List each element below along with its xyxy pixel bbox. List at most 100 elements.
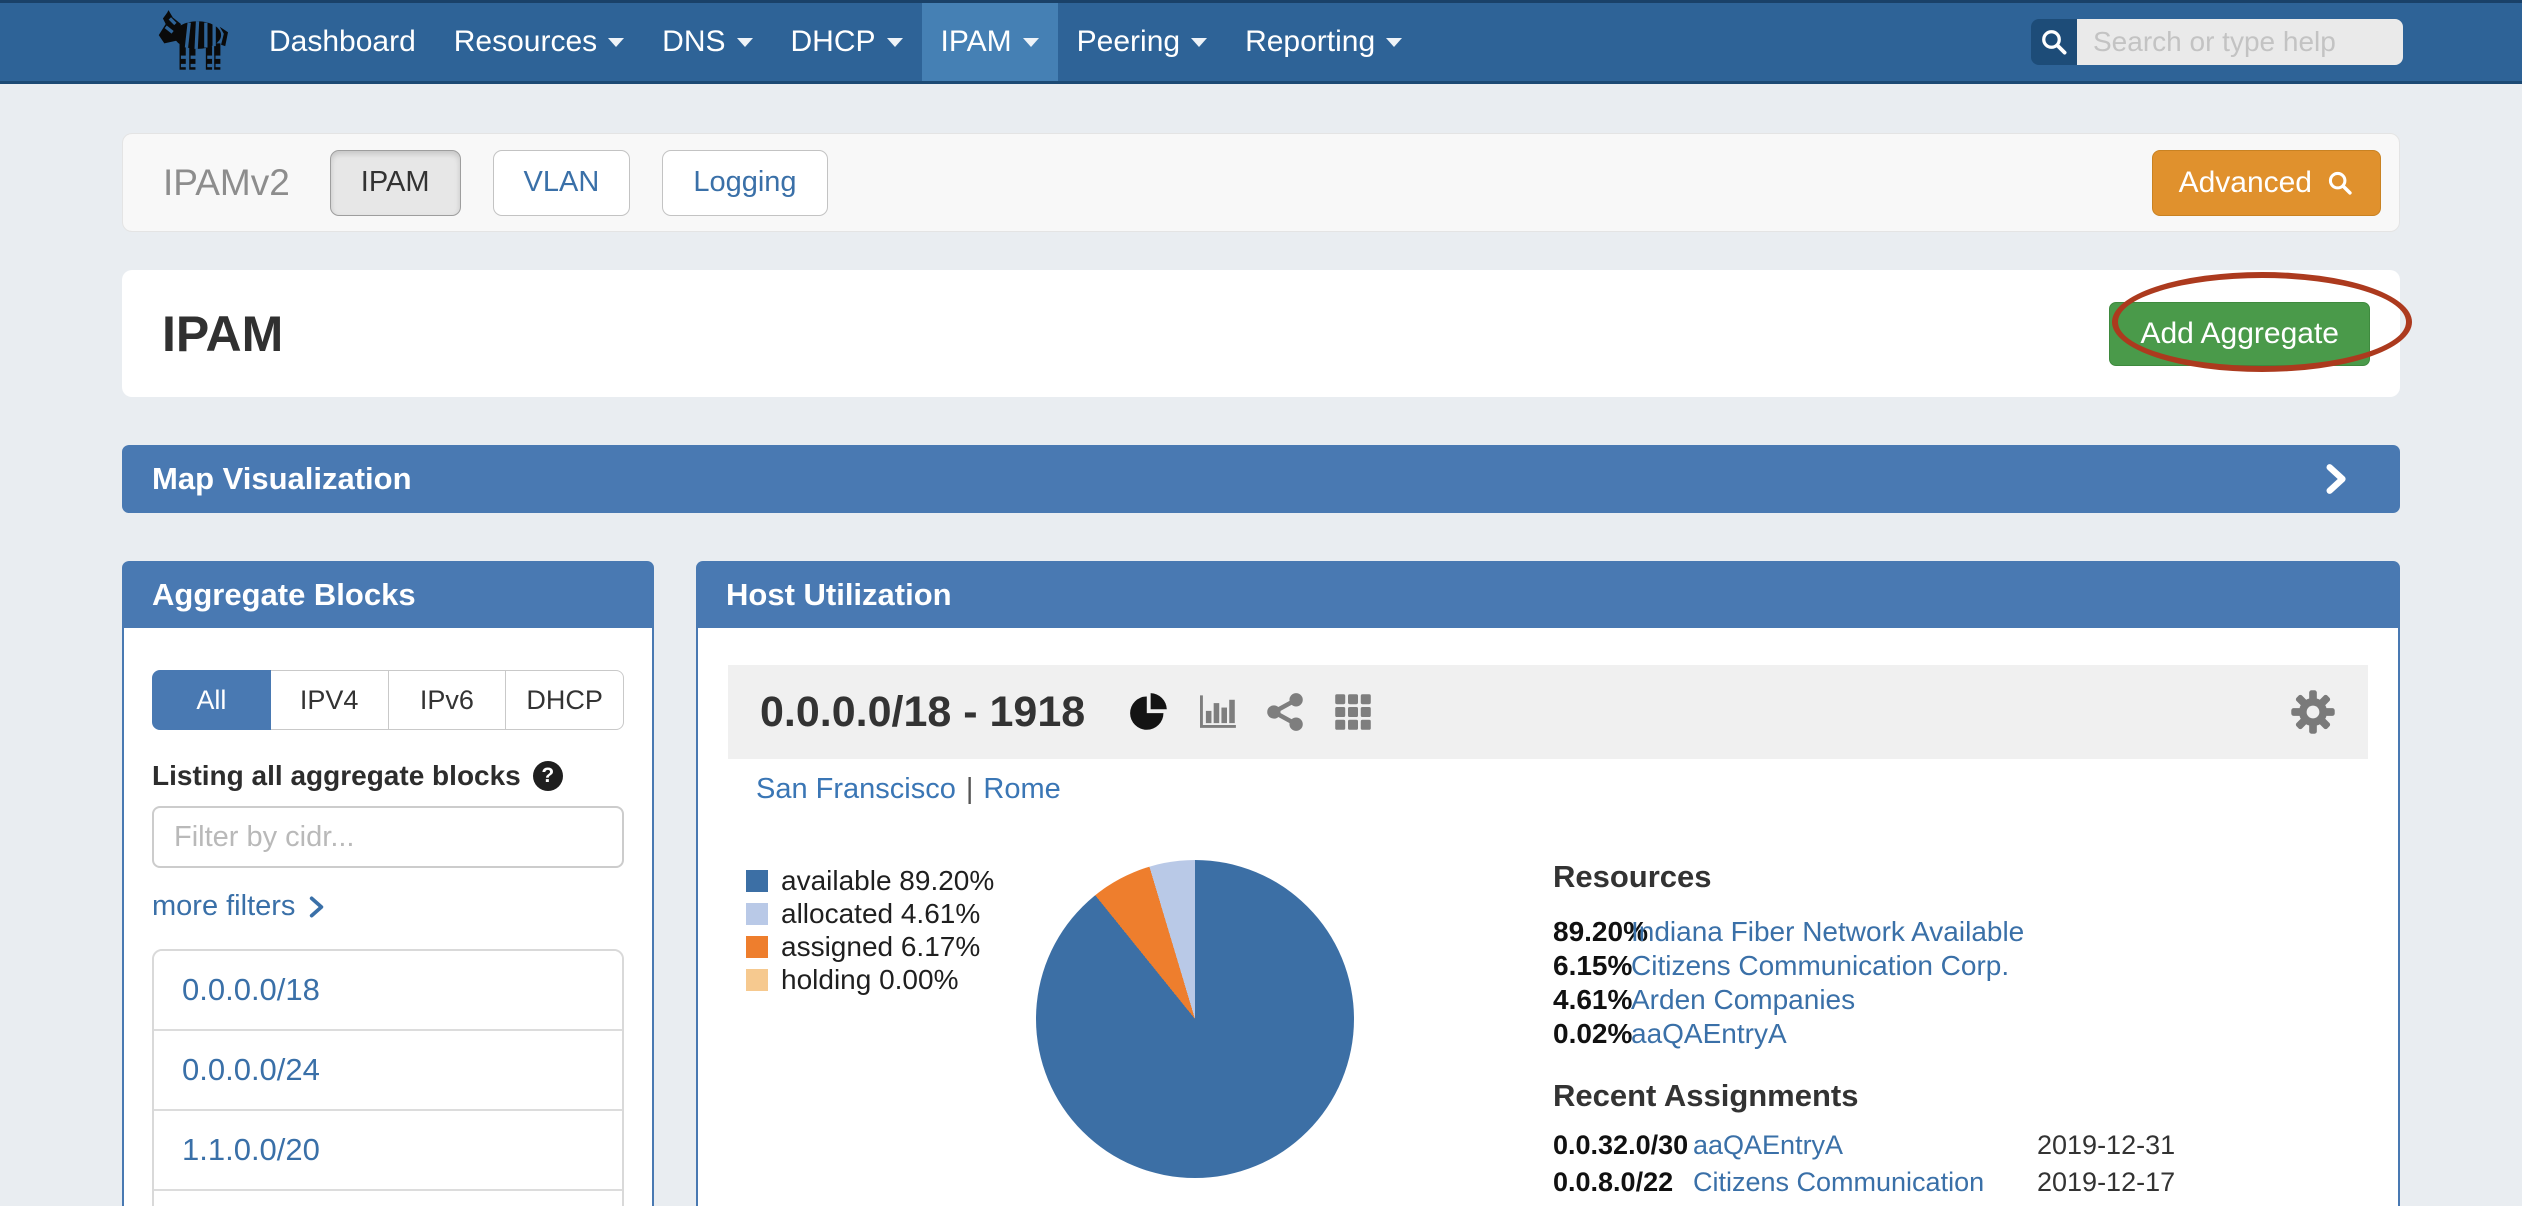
recent-assignments-rows: 0.0.32.0/30aaQAEntryA2019-12-31 0.0.8.0/… <box>1553 1127 2368 1206</box>
nav-item-dns[interactable]: DNS <box>643 3 771 81</box>
chevron-down-icon <box>608 38 624 47</box>
list-item[interactable]: 1.1.0.0/24 <box>154 1189 622 1206</box>
host-utilization-panel: Host Utilization 0.0.0.0/18 - 1918 <box>696 561 2400 1206</box>
help-icon[interactable]: ? <box>533 761 563 791</box>
aggregate-blocks-body: All IPV4 IPv6 DHCP Listing all aggregate… <box>122 628 654 1206</box>
chevron-down-icon <box>1023 38 1039 47</box>
legend-label: holding 0.00% <box>781 964 958 996</box>
resource-link[interactable]: Arden Companies <box>1631 983 1855 1017</box>
host-utilization-title: Host Utilization <box>726 577 952 613</box>
zebra-icon <box>146 6 238 78</box>
chevron-down-icon <box>1386 38 1402 47</box>
tab-ipam[interactable]: IPAM <box>330 150 461 216</box>
listing-label-text: Listing all aggregate blocks <box>152 760 521 792</box>
chevron-right-icon <box>2318 462 2352 496</box>
grid-icon[interactable] <box>1333 692 1373 732</box>
host-utilization-header: Host Utilization <box>696 561 2400 628</box>
assignment-link[interactable]: aaQAEntryA <box>1693 1127 2037 1164</box>
filter-dhcp[interactable]: DHCP <box>506 670 624 730</box>
advanced-button[interactable]: Advanced <box>2152 150 2381 216</box>
nav-item-ipam[interactable]: IPAM <box>922 3 1058 81</box>
host-utilization-body: 0.0.0.0/18 - 1918 <box>696 628 2400 1206</box>
chevron-down-icon <box>887 38 903 47</box>
page-header: IPAM Add Aggregate <box>122 270 2400 397</box>
legend-label: allocated 4.61% <box>781 898 980 930</box>
assignment-date: 2019-12-17 <box>2037 1164 2175 1206</box>
resources-column: Resources 89.20%Indiana Fiber Network Av… <box>1553 856 2368 1206</box>
filter-ipv6[interactable]: IPv6 <box>389 670 507 730</box>
utilization-chart-area: available 89.20% allocated 4.61% assigne… <box>728 856 2368 1206</box>
map-visualization-label: Map Visualization <box>152 461 412 497</box>
filter-all[interactable]: All <box>152 670 271 730</box>
search-icon[interactable] <box>2031 19 2077 65</box>
cidr-filter-input[interactable] <box>152 806 624 868</box>
resources-rows: 89.20%Indiana Fiber Network Available 6.… <box>1553 915 2368 1051</box>
assignment-cidr: 0.0.32.0/30 <box>1553 1127 1693 1164</box>
resource-link[interactable]: Citizens Communication Corp. <box>1631 949 2009 983</box>
filter-label: IPV4 <box>300 685 359 716</box>
nav-label: Reporting <box>1245 25 1375 59</box>
nav-item-peering[interactable]: Peering <box>1058 3 1226 81</box>
zebra-logo[interactable] <box>146 3 238 81</box>
map-visualization-bar[interactable]: Map Visualization <box>122 445 2400 513</box>
location-link-san-franscisco[interactable]: San Franscisco <box>756 773 956 805</box>
advanced-label: Advanced <box>2179 166 2312 200</box>
location-link-rome[interactable]: Rome <box>983 773 1060 805</box>
legend-item: holding 0.00% <box>746 963 994 996</box>
resource-link[interactable]: aaQAEntryA <box>1631 1017 1787 1051</box>
legend-label: available 89.20% <box>781 865 994 897</box>
assignment-cidr: 0.0.8.0/22 <box>1553 1164 1693 1206</box>
tab-label: IPAM <box>361 166 430 199</box>
share-icon[interactable] <box>1265 692 1305 732</box>
resource-row: 89.20%Indiana Fiber Network Available <box>1553 915 2368 949</box>
legend-label: assigned 6.17% <box>781 931 980 963</box>
legend-item: available 89.20% <box>746 864 994 897</box>
gear-icon[interactable] <box>2290 689 2336 735</box>
resource-pct: 4.61% <box>1553 983 1631 1017</box>
bar-chart-icon[interactable] <box>1197 692 1237 732</box>
assignment-link[interactable]: Citizens Communication Corp. <box>1693 1164 2037 1206</box>
list-item[interactable]: 0.0.0.0/18 <box>154 951 622 1029</box>
more-filters-link[interactable]: more filters <box>152 890 327 923</box>
tab-label: VLAN <box>524 166 600 199</box>
filter-ipv4[interactable]: IPV4 <box>271 670 389 730</box>
resource-pct: 89.20% <box>1553 915 1631 949</box>
chevron-right-icon <box>305 894 327 920</box>
nav-label: IPAM <box>941 25 1012 59</box>
aggregate-blocks-title: Aggregate Blocks <box>152 577 416 613</box>
nav-label: Peering <box>1077 25 1180 59</box>
add-aggregate-button[interactable]: Add Aggregate <box>2109 302 2370 366</box>
location-links: San Franscisco|Rome <box>756 773 2368 806</box>
block-summary-band: 0.0.0.0/18 - 1918 <box>728 665 2368 759</box>
toolbar-tabs: IPAM VLAN Logging <box>330 150 828 216</box>
chevron-down-icon <box>737 38 753 47</box>
listing-label: Listing all aggregate blocks ? <box>152 760 624 792</box>
assignment-date: 2019-12-31 <box>2037 1127 2175 1164</box>
legend-swatch <box>746 903 768 925</box>
list-item[interactable]: 0.0.0.0/24 <box>154 1029 622 1109</box>
pie-legend: available 89.20% allocated 4.61% assigne… <box>746 864 994 1206</box>
tab-logging[interactable]: Logging <box>662 150 827 216</box>
block-title: 0.0.0.0/18 - 1918 <box>760 688 1085 737</box>
nav-label: DNS <box>662 25 725 59</box>
pie-chart-icon[interactable] <box>1129 692 1169 732</box>
nav-label: Resources <box>454 25 597 59</box>
nav-item-reporting[interactable]: Reporting <box>1226 3 1421 81</box>
toolbar-title: IPAMv2 <box>163 162 290 204</box>
search-input[interactable] <box>2077 19 2403 65</box>
nav-item-dhcp[interactable]: DHCP <box>772 3 922 81</box>
legend-item: assigned 6.17% <box>746 930 994 963</box>
search-icon <box>2326 169 2354 197</box>
resource-link[interactable]: Indiana Fiber Network Available <box>1631 915 2024 949</box>
nav-item-dashboard[interactable]: Dashboard <box>250 3 435 81</box>
resource-pct: 0.02% <box>1553 1017 1631 1051</box>
list-item[interactable]: 1.1.0.0/20 <box>154 1109 622 1189</box>
legend-swatch <box>746 870 768 892</box>
nav-label: DHCP <box>791 25 876 59</box>
tab-vlan[interactable]: VLAN <box>493 150 631 216</box>
aggregate-blocks-header: Aggregate Blocks <box>122 561 654 628</box>
filter-label: DHCP <box>526 685 603 716</box>
nav-item-resources[interactable]: Resources <box>435 3 643 81</box>
filter-label: All <box>196 685 226 716</box>
filter-label: IPv6 <box>420 685 474 716</box>
